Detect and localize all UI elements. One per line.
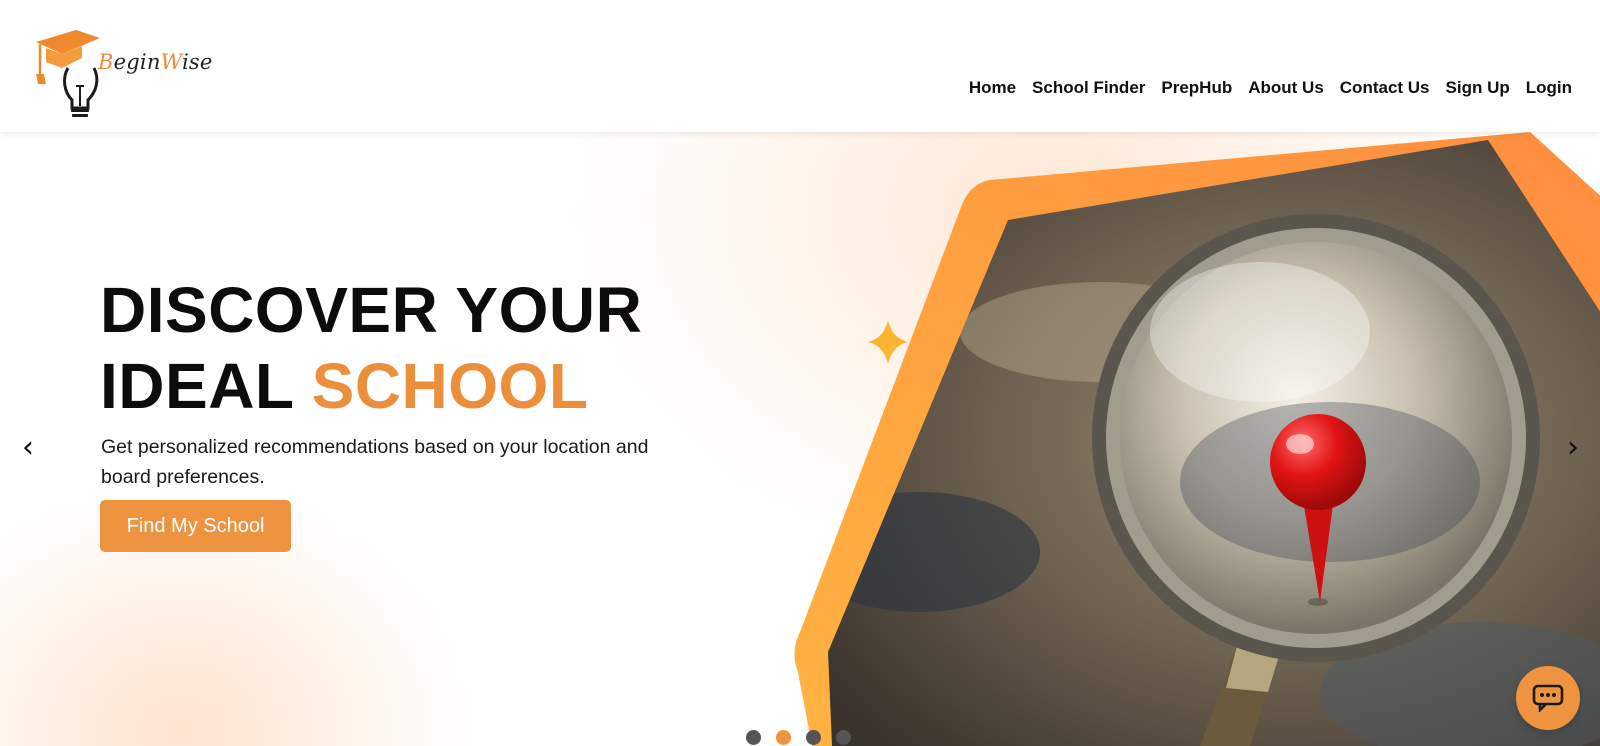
- carousel-indicators: [746, 730, 851, 745]
- find-my-school-button[interactable]: Find My School: [100, 500, 291, 552]
- site-header: BeginWise Home School Finder PrepHub Abo…: [0, 0, 1600, 132]
- hero-subtitle: Get personalized recommendations based o…: [101, 436, 649, 488]
- nav-login[interactable]: Login: [1518, 78, 1580, 98]
- brand-name-initial-w: W: [160, 50, 182, 74]
- brand-name-part-egin: egin: [113, 50, 161, 74]
- main-nav: Home School Finder PrepHub About Us Cont…: [961, 78, 1580, 98]
- carousel-dot-2[interactable]: [776, 730, 791, 745]
- brand-name-part-ise: ise: [181, 50, 213, 74]
- map-pin-icon: [1270, 414, 1366, 510]
- carousel-dot-1[interactable]: [746, 730, 761, 745]
- nav-contact-us[interactable]: Contact Us: [1332, 78, 1438, 98]
- nav-about-us[interactable]: About Us: [1240, 78, 1332, 98]
- brand-name-initial-b: B: [98, 50, 114, 74]
- nav-school-finder[interactable]: School Finder: [1024, 78, 1153, 98]
- chat-bubble-icon: [1532, 684, 1564, 712]
- hero-carousel: DISCOVER YOUR IDEAL SCHOOL Get personali…: [0, 132, 1600, 746]
- headline-line-2-prefix: IDEAL: [100, 350, 312, 422]
- hero-headline: DISCOVER YOUR IDEAL SCHOOL: [100, 272, 642, 424]
- carousel-dot-3[interactable]: [806, 730, 821, 745]
- brand-logo[interactable]: BeginWise: [0, 0, 212, 130]
- brand-name: BeginWise: [98, 50, 213, 74]
- nav-home[interactable]: Home: [961, 78, 1024, 98]
- headline-line-2-accent: SCHOOL: [311, 350, 589, 422]
- carousel-dot-4[interactable]: [836, 730, 851, 745]
- headline-line-1: DISCOVER YOUR: [100, 274, 643, 346]
- nav-sign-up[interactable]: Sign Up: [1438, 78, 1518, 98]
- nav-prephub[interactable]: PrepHub: [1153, 78, 1240, 98]
- carousel-next-arrow-icon[interactable]: ›: [1558, 428, 1588, 468]
- chat-button[interactable]: [1516, 666, 1580, 730]
- sparkle-icon: [868, 320, 908, 364]
- carousel-prev-arrow-icon[interactable]: ‹: [13, 428, 43, 468]
